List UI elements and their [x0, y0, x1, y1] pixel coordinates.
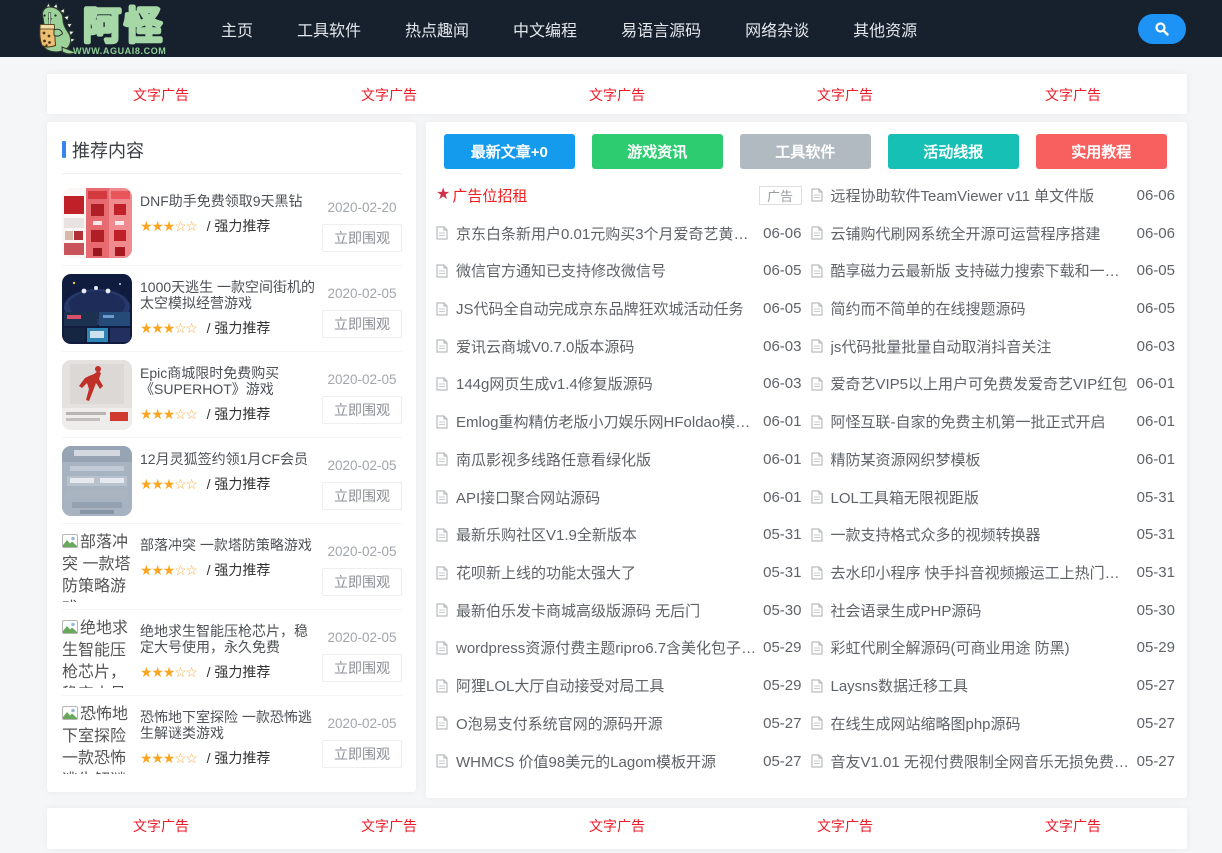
svg-text:阿怪: 阿怪	[83, 6, 165, 48]
